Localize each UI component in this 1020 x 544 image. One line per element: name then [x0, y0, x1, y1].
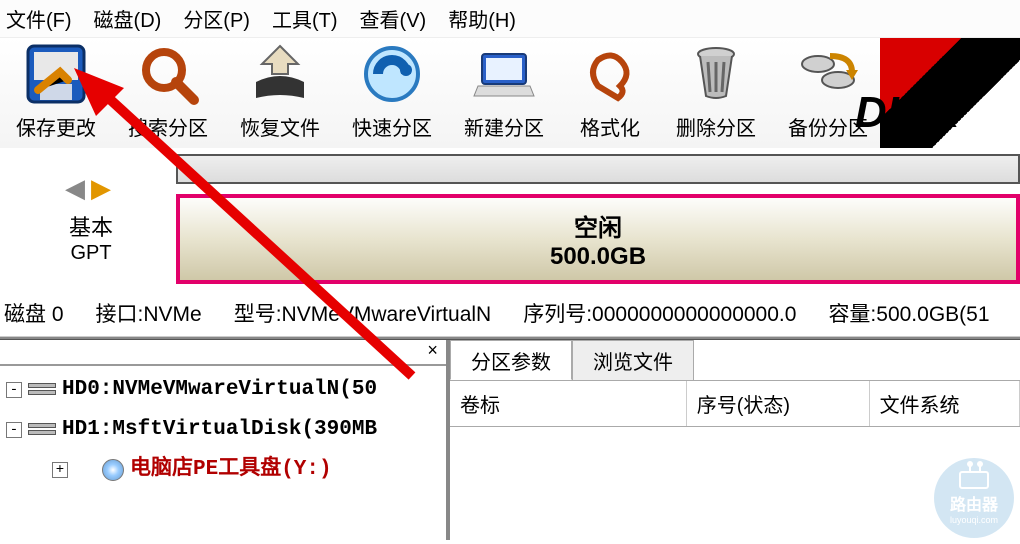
- tool-label: 新建分区: [464, 112, 544, 141]
- recover-icon: [244, 38, 316, 110]
- tab-browse-files[interactable]: 浏览文件: [572, 340, 694, 380]
- disk-scheme-label: GPT: [70, 242, 111, 265]
- menu-view[interactable]: 查看(V): [360, 4, 427, 33]
- nav-arrows[interactable]: ◀▶: [65, 173, 117, 204]
- col-fs[interactable]: 文件系统: [870, 381, 1020, 426]
- magnifier-icon: [132, 38, 204, 110]
- info-iface: 接口:NVMe: [96, 298, 202, 328]
- menubar: 文件(F) 磁盘(D) 分区(P) 工具(T) 查看(V) 帮助(H): [0, 0, 1020, 38]
- info-disk: 磁盘 0: [4, 298, 64, 328]
- tool-label: 恢复文件: [240, 112, 320, 141]
- disk-tree-pane: × - HD0:NVMeVMwareVirtualN(50 - HD1:Msft…: [0, 340, 450, 540]
- right-pane: 分区参数 浏览文件 卷标 序号(状态) 文件系统: [450, 340, 1020, 540]
- collapse-icon[interactable]: -: [6, 422, 22, 438]
- partition-free-bar[interactable]: 空闲 500.0GB: [176, 194, 1020, 284]
- lower-panes: × - HD0:NVMeVMwareVirtualN(50 - HD1:Msft…: [0, 340, 1020, 540]
- close-icon[interactable]: ×: [427, 342, 438, 362]
- tree-body: - HD0:NVMeVMwareVirtualN(50 - HD1:MsftVi…: [0, 366, 446, 494]
- info-capacity: 容量:500.0GB(51: [828, 298, 989, 328]
- new-partition-button[interactable]: 新建分区: [448, 38, 560, 148]
- hdd-icon: [28, 383, 56, 397]
- trash-icon: [680, 38, 752, 110]
- router-icon: [959, 471, 989, 489]
- tab-partition-params[interactable]: 分区参数: [450, 340, 572, 380]
- watermark-label: 路由器: [950, 491, 998, 515]
- col-serial[interactable]: 序号(状态): [687, 381, 870, 426]
- recover-files-button[interactable]: 恢复文件: [224, 38, 336, 148]
- menu-file[interactable]: 文件(F): [6, 4, 72, 33]
- disk-bar-mini[interactable]: [176, 154, 1020, 184]
- disk-left-panel: ◀▶ 基本 GPT: [6, 154, 176, 284]
- tool-label: 格式化: [580, 112, 640, 141]
- delete-partition-button[interactable]: 删除分区: [660, 38, 772, 148]
- menu-disk[interactable]: 磁盘(D): [94, 4, 162, 33]
- quick-icon: [356, 38, 428, 110]
- save-icon: [20, 38, 92, 110]
- menu-partition[interactable]: 分区(P): [183, 4, 250, 33]
- watermark-url: luyouqi.com: [950, 515, 998, 525]
- toolbar: 保存更改 搜索分区 恢复文件 快速分区 新建分区 格式化 删除分区: [0, 38, 1020, 148]
- expand-icon[interactable]: +: [52, 462, 68, 478]
- menu-tools[interactable]: 工具(T): [272, 4, 338, 33]
- quick-partition-button[interactable]: 快速分区: [336, 38, 448, 148]
- tool-label: 搜索分区: [128, 112, 208, 141]
- tree-hd0-label: HD0:NVMeVMwareVirtualN(50: [62, 370, 377, 410]
- hdd-icon: [28, 423, 56, 437]
- watermark: 路由器 luyouqi.com: [934, 458, 1014, 538]
- disk-info-line: 磁盘 0 接口:NVMe 型号:NVMeVMwareVirtualN 序列号:0…: [0, 290, 1020, 336]
- brand-text: DISK: [855, 88, 960, 138]
- column-headers: 卷标 序号(状态) 文件系统: [450, 380, 1020, 427]
- format-icon: [574, 38, 646, 110]
- tree-pe-label: 电脑店PE工具盘(Y:): [130, 450, 332, 490]
- tree-hd1-label: HD1:MsftVirtualDisk(390MB: [62, 410, 377, 450]
- disc-icon: [102, 459, 124, 481]
- tool-label: 快速分区: [352, 112, 432, 141]
- partition-size: 500.0GB: [550, 243, 646, 271]
- info-model: 型号:NVMeVMwareVirtualN: [234, 298, 492, 328]
- search-partition-button[interactable]: 搜索分区: [112, 38, 224, 148]
- tree-hd1[interactable]: - HD1:MsftVirtualDisk(390MB: [6, 410, 440, 450]
- tool-label: 保存更改: [16, 112, 96, 141]
- tabs: 分区参数 浏览文件: [450, 340, 1020, 380]
- tree-hd0[interactable]: - HD0:NVMeVMwareVirtualN(50: [6, 370, 440, 410]
- disk-type-label: 基本: [69, 210, 113, 242]
- save-button[interactable]: 保存更改: [0, 38, 112, 148]
- tool-label: 删除分区: [676, 112, 756, 141]
- partition-state: 空闲: [574, 208, 622, 243]
- collapse-icon[interactable]: -: [6, 382, 22, 398]
- menu-help[interactable]: 帮助(H): [448, 4, 516, 33]
- format-button[interactable]: 格式化: [560, 38, 660, 148]
- disk-layout-area: ◀▶ 基本 GPT 空闲 500.0GB: [0, 148, 1020, 290]
- laptop-icon: [468, 38, 540, 110]
- tree-pe-volume[interactable]: + 电脑店PE工具盘(Y:): [6, 450, 440, 490]
- col-label[interactable]: 卷标: [450, 381, 687, 426]
- disk-bars: 空闲 500.0GB: [176, 154, 1020, 284]
- info-serial: 序列号:0000000000000000.0: [523, 298, 796, 328]
- backup-icon: [792, 38, 864, 110]
- tree-title-bar: ×: [0, 340, 446, 366]
